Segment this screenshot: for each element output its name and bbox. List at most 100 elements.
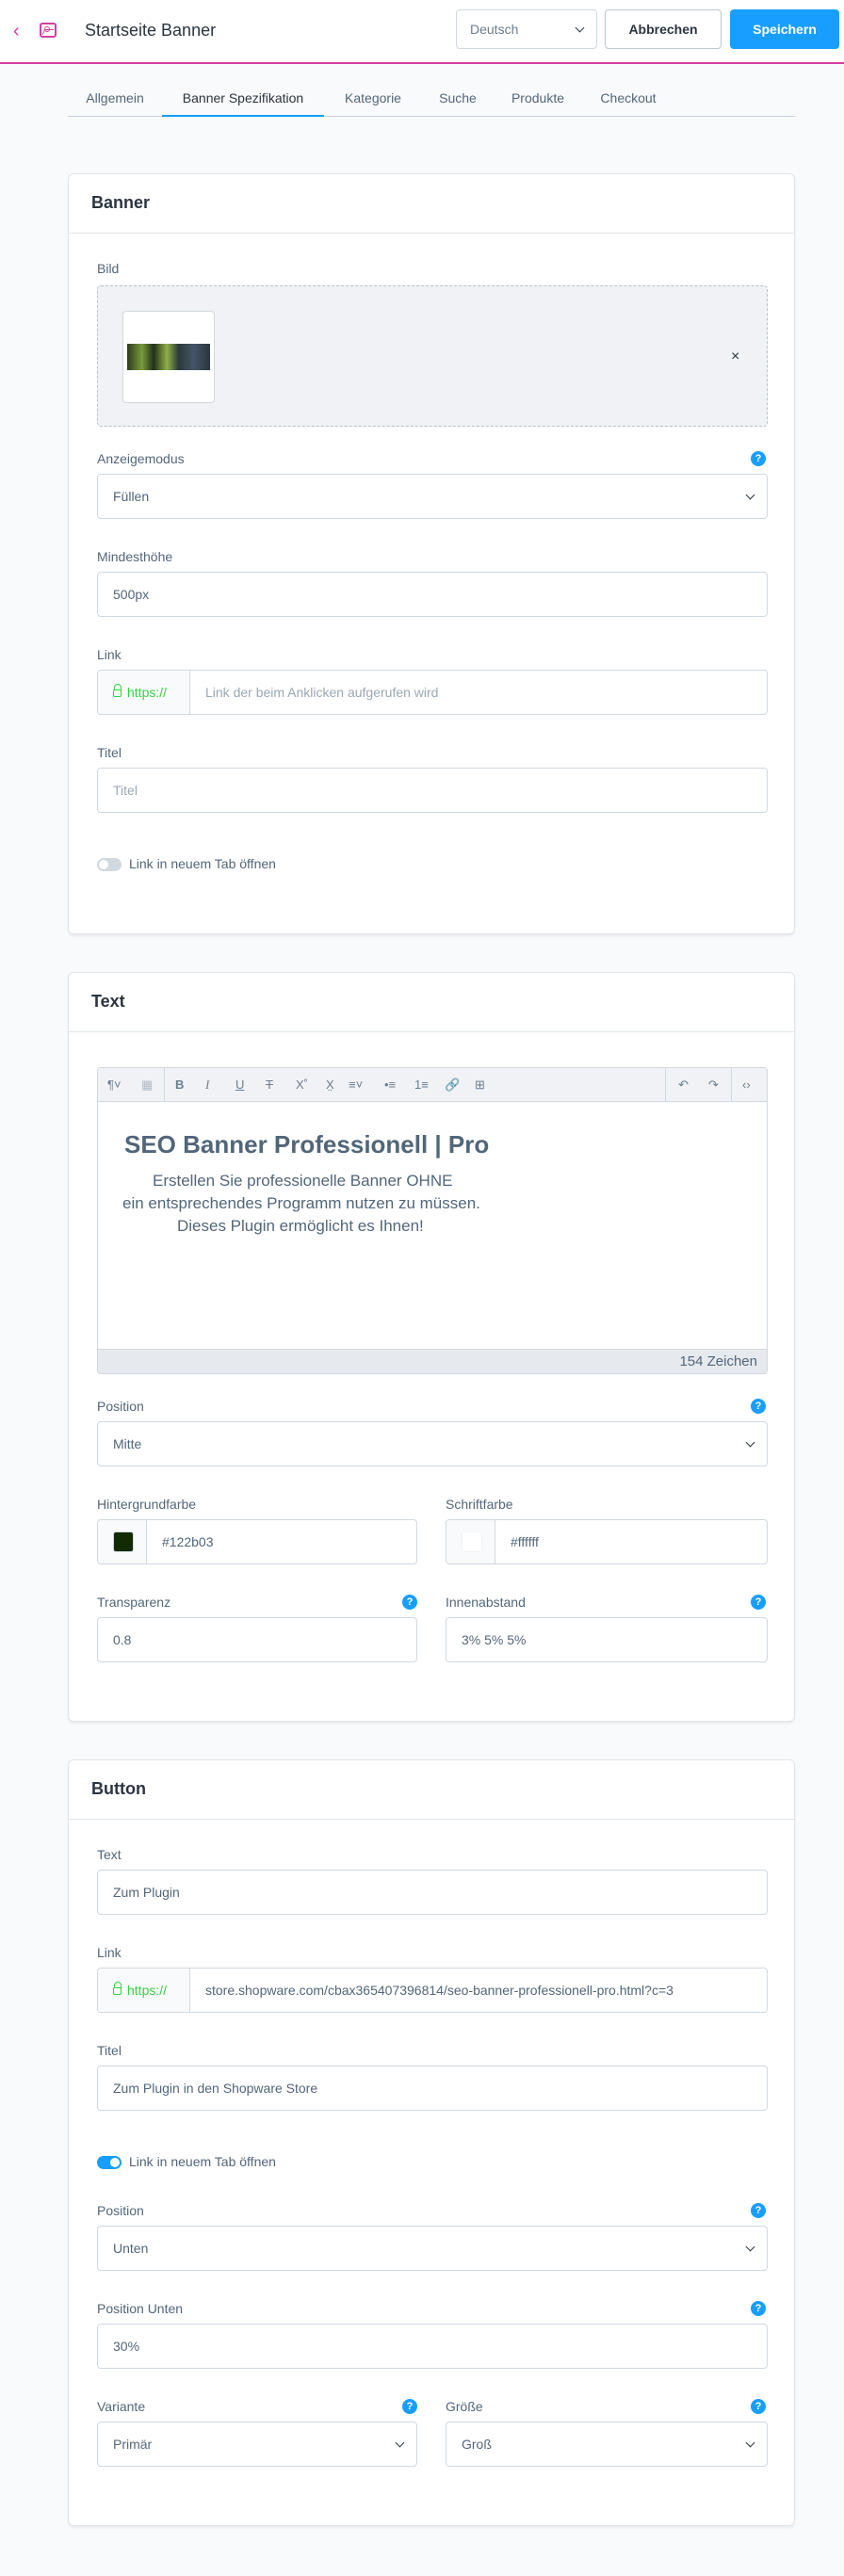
help-icon[interactable]: ? <box>402 1595 417 1610</box>
image-label: Bild <box>97 261 120 276</box>
transparency-label: Transparenz <box>97 1595 171 1610</box>
help-icon[interactable]: ? <box>751 2203 766 2218</box>
save-button[interactable]: Speichern <box>730 9 839 49</box>
subscript-icon[interactable]: X̤ <box>326 1077 334 1093</box>
position-bottom-input[interactable]: 30% <box>97 2324 768 2369</box>
color-swatch-box[interactable] <box>98 1520 147 1563</box>
help-icon[interactable]: ? <box>402 2399 417 2414</box>
table-icon[interactable]: ⊞ <box>475 1077 485 1093</box>
text-editor[interactable]: ¶˅ ▦ B I U T X˚ X̤ ≡˅ •≡ 1≡ 🔗 ⊞ ↶ ↷ ‹› S… <box>97 1067 768 1374</box>
align-icon[interactable]: ≡˅ <box>349 1077 363 1093</box>
toolbar-separator <box>164 1068 165 1102</box>
font-color-input[interactable]: #ffffff <box>511 1520 539 1563</box>
new-tab-toggle[interactable] <box>97 858 122 871</box>
size-select[interactable]: Groß <box>446 2422 768 2467</box>
help-icon[interactable]: ? <box>751 451 766 466</box>
chevron-down-icon <box>395 2438 405 2448</box>
editor-content[interactable]: SEO Banner Professionell | Pro Erstellen… <box>98 1102 767 1351</box>
bg-color-input[interactable]: #122b03 <box>162 1520 214 1563</box>
card-title: Button <box>91 1779 146 1798</box>
bg-color-field[interactable]: #122b03 <box>97 1519 417 1564</box>
chevron-down-icon <box>745 2438 755 2448</box>
ordered-list-icon[interactable]: 1≡ <box>414 1077 429 1093</box>
underline-icon[interactable]: U <box>235 1077 244 1093</box>
font-color-swatch <box>462 1531 482 1552</box>
card-title: Banner <box>91 193 151 212</box>
button-new-tab-toggle[interactable] <box>97 2156 122 2169</box>
padding-input[interactable]: 3% 5% 5% <box>446 1617 768 1662</box>
button-link-field[interactable]: https:// store.shopware.com/cbax36540739… <box>97 1968 768 2013</box>
help-icon[interactable]: ? <box>751 2399 766 2414</box>
divider <box>69 1031 794 1032</box>
https-prefix-text: https:// <box>127 1983 168 1998</box>
redo-icon[interactable]: ↷ <box>708 1077 719 1093</box>
bg-color-label: Hintergrundfarbe <box>97 1497 197 1512</box>
button-title-input[interactable]: Zum Plugin in den Shopware Store <box>97 2066 768 2111</box>
help-icon[interactable]: ? <box>751 2301 766 2316</box>
padding-label: Innenabstand <box>446 1595 526 1610</box>
tab-allgemein[interactable]: Allgemein <box>68 81 162 117</box>
new-tab-label: Link in neuem Tab öffnen <box>129 856 276 871</box>
code-view-icon[interactable]: ‹› <box>742 1077 751 1093</box>
position-bottom-label: Position Unten <box>97 2301 184 2316</box>
language-select[interactable]: Deutsch <box>456 9 597 49</box>
image-thumbnail <box>122 311 215 403</box>
https-prefix-text: https:// <box>127 685 168 700</box>
char-count: 154 Zeichen <box>98 1349 767 1373</box>
superscript-icon[interactable]: X˚ <box>296 1077 308 1093</box>
button-link-input[interactable]: store.shopware.com/cbax365407396814/seo-… <box>205 1968 674 2012</box>
position-select[interactable]: Mitte <box>97 1421 768 1466</box>
transparency-input[interactable]: 0.8 <box>97 1617 417 1662</box>
chevron-down-icon <box>745 2242 755 2252</box>
display-mode-select[interactable]: Füllen <box>97 474 768 519</box>
image-dropzone[interactable]: × <box>97 285 768 427</box>
back-arrow-icon[interactable]: ‹ <box>13 21 28 41</box>
variant-value: Primär <box>113 2437 153 2452</box>
tab-banner-spezifikation[interactable]: Banner Spezifikation <box>162 81 324 117</box>
link-icon[interactable]: 🔗 <box>445 1077 460 1093</box>
link-input[interactable]: Link der beim Anklicken aufgerufen wird <box>205 671 438 714</box>
checkerboard-icon[interactable]: ▦ <box>141 1077 153 1093</box>
undo-icon[interactable]: ↶ <box>678 1077 689 1093</box>
button-card: Button Text Zum Plugin Link https:// sto… <box>68 1759 795 2526</box>
display-mode-label: Anzeigemodus <box>97 451 185 466</box>
tab-kategorie[interactable]: Kategorie <box>324 81 422 117</box>
font-color-field[interactable]: #ffffff <box>446 1519 768 1564</box>
image-icon <box>40 23 57 38</box>
lock-icon <box>113 1982 122 1995</box>
editor-toolbar: ¶˅ ▦ B I U T X˚ X̤ ≡˅ •≡ 1≡ 🔗 ⊞ ↶ ↷ ‹› <box>98 1068 767 1102</box>
button-position-select[interactable]: Unten <box>97 2226 768 2271</box>
unordered-list-icon[interactable]: •≡ <box>384 1077 396 1093</box>
language-select-value: Deutsch <box>470 22 519 37</box>
size-value: Groß <box>462 2437 492 2452</box>
button-link-label: Link <box>97 1945 122 1960</box>
paragraph-format-icon[interactable]: ¶˅ <box>107 1077 122 1093</box>
editor-line: Dieses Plugin ermöglicht es Ihnen! <box>177 1217 424 1235</box>
tab-bar: Allgemein Banner Spezifikation Kategorie… <box>68 81 795 117</box>
help-icon[interactable]: ? <box>751 1399 766 1414</box>
help-icon[interactable]: ? <box>751 1595 766 1610</box>
tab-suche[interactable]: Suche <box>422 81 494 117</box>
link-field[interactable]: https:// Link der beim Anklicken aufgeru… <box>97 670 768 715</box>
font-color-label: Schriftfarbe <box>446 1497 513 1512</box>
color-swatch-box[interactable] <box>446 1520 495 1563</box>
title-label: Titel <box>97 745 122 760</box>
tab-produkte[interactable]: Produkte <box>494 81 582 117</box>
button-title-label: Titel <box>97 2043 122 2058</box>
italic-icon[interactable]: I <box>205 1077 209 1093</box>
divider <box>69 233 794 234</box>
remove-image-icon[interactable]: × <box>731 348 739 365</box>
cancel-button[interactable]: Abbrechen <box>605 9 722 49</box>
button-text-input[interactable]: Zum Plugin <box>97 1870 768 1915</box>
toolbar-separator <box>731 1068 732 1102</box>
bold-icon[interactable]: B <box>175 1077 184 1093</box>
editor-line: Erstellen Sie professionelle Banner OHNE <box>153 1172 453 1190</box>
min-height-input[interactable]: 500px <box>97 572 768 617</box>
strikethrough-icon[interactable]: T <box>266 1077 273 1093</box>
toolbar-separator <box>665 1068 666 1102</box>
variant-select[interactable]: Primär <box>97 2422 417 2467</box>
title-input[interactable]: Titel <box>97 768 768 813</box>
tab-checkout[interactable]: Checkout <box>582 81 674 117</box>
editor-line: ein entsprechendes Programm nutzen zu mü… <box>122 1194 480 1212</box>
chevron-down-icon <box>575 23 585 33</box>
